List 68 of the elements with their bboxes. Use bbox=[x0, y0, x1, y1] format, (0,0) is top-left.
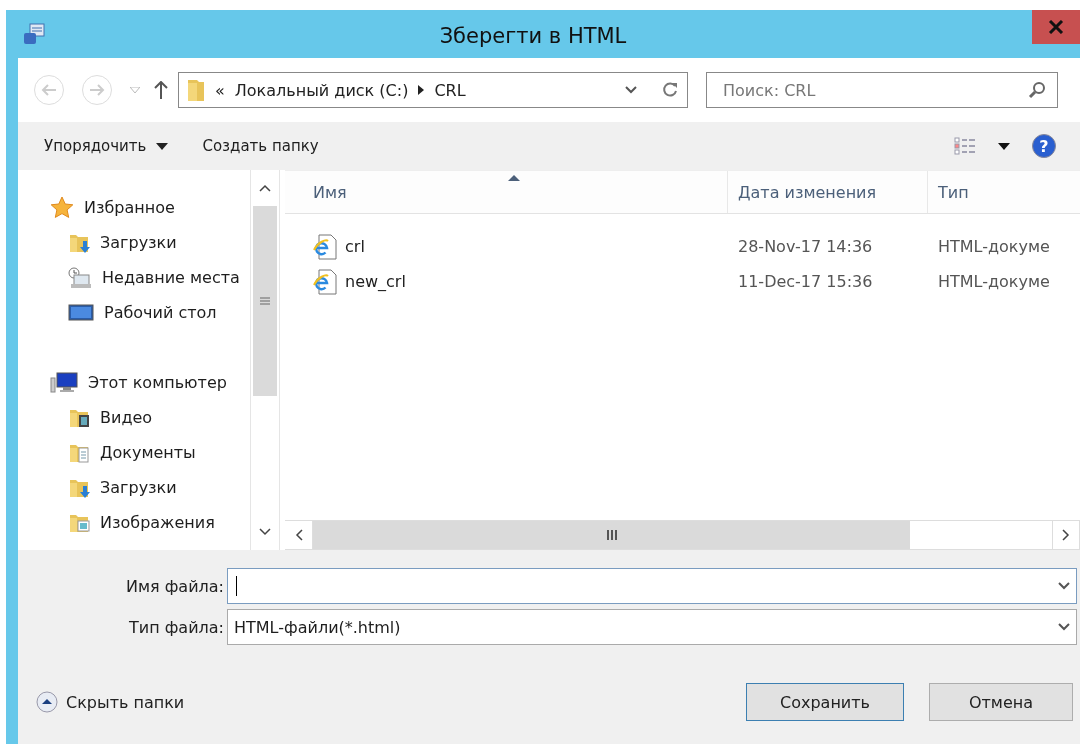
nav-item[interactable]: Рабочий стол bbox=[18, 295, 251, 330]
collapse-chevron-icon bbox=[36, 691, 58, 713]
html-file-icon bbox=[313, 268, 337, 295]
window-title: Зберегти в HTML bbox=[438, 23, 628, 48]
chevron-down-icon bbox=[259, 528, 272, 536]
field-label: Имя файла: bbox=[124, 576, 225, 596]
app-icon bbox=[22, 22, 46, 46]
nav-group-item[interactable]: Избранное bbox=[18, 190, 251, 225]
chevron-right-icon bbox=[1062, 529, 1070, 541]
refresh-icon[interactable] bbox=[661, 81, 679, 99]
nav-item[interactable]: Недавние места bbox=[18, 260, 251, 295]
view-caret-icon[interactable] bbox=[998, 142, 1010, 150]
view-options-icon[interactable] bbox=[954, 136, 978, 156]
nav-item[interactable]: Документы bbox=[18, 435, 251, 470]
close-button[interactable] bbox=[1032, 10, 1080, 44]
dropdown-chevron-icon[interactable] bbox=[625, 86, 637, 94]
nav-group-item[interactable]: Этот компьютер bbox=[18, 365, 251, 400]
nav-item[interactable]: Загрузки bbox=[18, 470, 251, 505]
close-icon bbox=[1048, 20, 1064, 34]
computer-icon bbox=[50, 371, 78, 394]
folder-icon bbox=[187, 78, 205, 102]
back-button[interactable] bbox=[34, 75, 64, 105]
file-name[interactable]: crl bbox=[345, 237, 365, 256]
address-bar[interactable]: « Локальный диск (C:) CRL bbox=[178, 72, 688, 108]
file-name[interactable]: new_crl bbox=[345, 272, 406, 291]
organize-menu-button[interactable]: Упорядочить bbox=[38, 133, 175, 159]
new-folder-button[interactable]: Создать папку bbox=[196, 133, 325, 159]
forward-button[interactable] bbox=[82, 75, 112, 105]
scrollbar-thumb[interactable] bbox=[253, 206, 277, 396]
star-icon bbox=[50, 195, 74, 220]
cancel-button[interactable]: Отмена bbox=[929, 683, 1073, 721]
nav-item[interactable]: Изображения bbox=[18, 505, 251, 540]
breadcrumb[interactable]: CRL bbox=[434, 80, 466, 100]
nav-item[interactable]: Загрузки bbox=[18, 225, 251, 260]
column-header[interactable]: Тип bbox=[928, 171, 1080, 213]
field-label: Тип файла: bbox=[127, 617, 225, 637]
type-cell-text: HTML-докуме bbox=[937, 237, 1051, 256]
dropdown-caret-icon bbox=[156, 142, 169, 150]
column-header[interactable]: Дата изменения bbox=[728, 171, 928, 213]
search-icon[interactable] bbox=[1028, 81, 1046, 99]
breadcrumb-overflow[interactable]: « bbox=[215, 80, 225, 100]
hide-folders-button[interactable]: Скрыть папки bbox=[36, 691, 185, 713]
up-arrow-icon[interactable] bbox=[154, 81, 168, 99]
breadcrumb[interactable]: Локальный диск (C:) bbox=[234, 80, 409, 100]
recent-locations-caret-icon[interactable] bbox=[130, 87, 140, 93]
forward-arrow-icon bbox=[88, 83, 106, 97]
nav-item[interactable]: Видео bbox=[18, 400, 251, 435]
scrollbar-thumb[interactable] bbox=[313, 521, 910, 549]
chevron-left-icon bbox=[294, 529, 303, 541]
html-file-icon bbox=[313, 233, 337, 260]
back-arrow-icon bbox=[40, 83, 58, 97]
dropdown-chevron-icon bbox=[1058, 582, 1070, 590]
file-type-dropdown[interactable]: HTML-файли(*.html) bbox=[227, 609, 1077, 645]
help-button[interactable]: ? bbox=[1032, 134, 1056, 158]
search-field[interactable]: Поиск: CRL bbox=[706, 72, 1058, 108]
sort-ascending-icon bbox=[508, 175, 520, 181]
breadcrumb-arrow-icon[interactable] bbox=[418, 85, 425, 95]
type-cell-text: HTML-докуме bbox=[937, 272, 1051, 291]
desktop-icon bbox=[68, 302, 94, 323]
date-cell-text: 28-Nov-17 14:36 bbox=[737, 237, 874, 256]
date-cell-text: 11-Dec-17 15:36 bbox=[737, 272, 874, 291]
chevron-up-icon bbox=[259, 184, 272, 192]
file-name-field[interactable] bbox=[227, 568, 1077, 604]
scroll-right-button[interactable] bbox=[1052, 521, 1080, 549]
recent-places-icon bbox=[68, 266, 92, 289]
column-header[interactable]: Имя bbox=[285, 171, 728, 213]
save-button[interactable]: Сохранить bbox=[746, 683, 904, 721]
dropdown-chevron-icon bbox=[1058, 623, 1070, 631]
